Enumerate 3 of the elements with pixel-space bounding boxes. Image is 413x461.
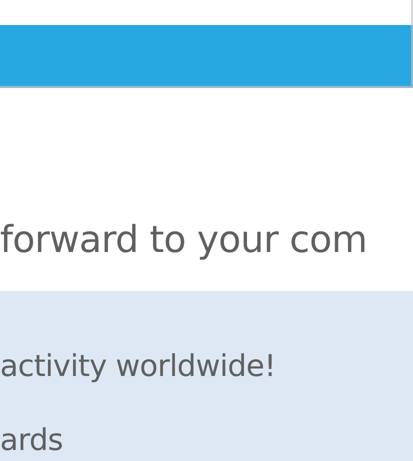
panel-text: ards xyxy=(0,422,64,460)
heading: forward to your com xyxy=(0,218,368,261)
panel-text: activity worldwide! xyxy=(0,348,277,386)
